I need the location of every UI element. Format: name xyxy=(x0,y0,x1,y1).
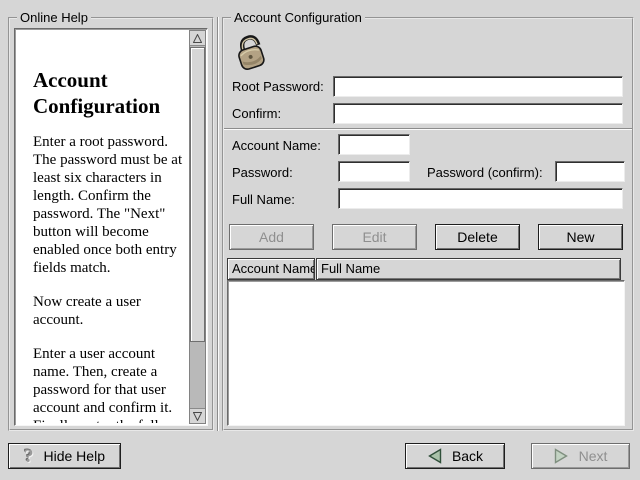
help-paragraph: Now create a user account. xyxy=(33,293,185,329)
next-button[interactable]: Next xyxy=(531,443,630,469)
back-label: Back xyxy=(452,448,483,464)
add-button[interactable]: Add xyxy=(229,224,314,250)
new-button[interactable]: New xyxy=(538,224,623,250)
column-header-full-name[interactable]: Full Name xyxy=(316,258,621,280)
hide-help-button[interactable]: ? Hide Help xyxy=(8,443,121,469)
delete-button[interactable]: Delete xyxy=(435,224,520,250)
full-name-input[interactable] xyxy=(338,188,623,209)
question-mark-icon: ? xyxy=(24,447,34,466)
right-triangle-icon xyxy=(554,448,569,464)
account-name-label: Account Name: xyxy=(232,135,321,156)
scroll-up-button[interactable] xyxy=(190,31,205,46)
password-input[interactable] xyxy=(338,161,410,182)
next-label: Next xyxy=(579,448,608,464)
help-paragraph: Enter a user account name. Then, create … xyxy=(33,345,185,423)
installer-window: { "help_panel": { "frame_title": "Online… xyxy=(0,0,640,480)
help-doc-title: Account Configuration xyxy=(33,67,185,119)
confirm-label: Confirm: xyxy=(232,103,281,124)
account-configuration-panel: Account Configuration Root Password: Con… xyxy=(222,17,634,431)
down-triangle-icon xyxy=(193,412,202,421)
confirm-password-input[interactable] xyxy=(333,103,623,124)
full-name-label: Full Name: xyxy=(232,189,295,210)
online-help-title: Online Help xyxy=(17,10,91,25)
back-button[interactable]: Back xyxy=(405,443,505,469)
help-text: Account Configuration Enter a root passw… xyxy=(33,67,185,423)
password-label: Password: xyxy=(232,162,293,183)
password-confirm-input[interactable] xyxy=(555,161,625,182)
hide-help-label: Hide Help xyxy=(44,448,105,464)
up-triangle-icon xyxy=(193,34,202,43)
column-header-account-name[interactable]: Account Name xyxy=(227,258,315,280)
padlock-icon xyxy=(230,31,270,73)
separator xyxy=(224,128,632,130)
password-confirm-label: Password (confirm): xyxy=(427,162,543,183)
left-triangle-icon xyxy=(427,448,442,464)
user-account-list[interactable] xyxy=(227,280,625,426)
root-password-label: Root Password: xyxy=(232,76,324,97)
account-name-input[interactable] xyxy=(338,134,410,155)
root-password-input[interactable] xyxy=(333,76,623,97)
scroll-down-button[interactable] xyxy=(190,408,205,423)
edit-button[interactable]: Edit xyxy=(332,224,417,250)
help-scrollbar[interactable] xyxy=(189,30,206,424)
help-viewport: Account Configuration Enter a root passw… xyxy=(14,28,208,426)
help-paragraph: Enter a root password. The password must… xyxy=(33,133,185,277)
account-configuration-title: Account Configuration xyxy=(231,10,365,25)
scrollbar-thumb[interactable] xyxy=(190,47,205,342)
user-table-header: Account Name Full Name xyxy=(227,258,621,280)
online-help-panel: Online Help Account Configuration Enter … xyxy=(8,17,214,431)
pane-divider xyxy=(217,17,219,431)
